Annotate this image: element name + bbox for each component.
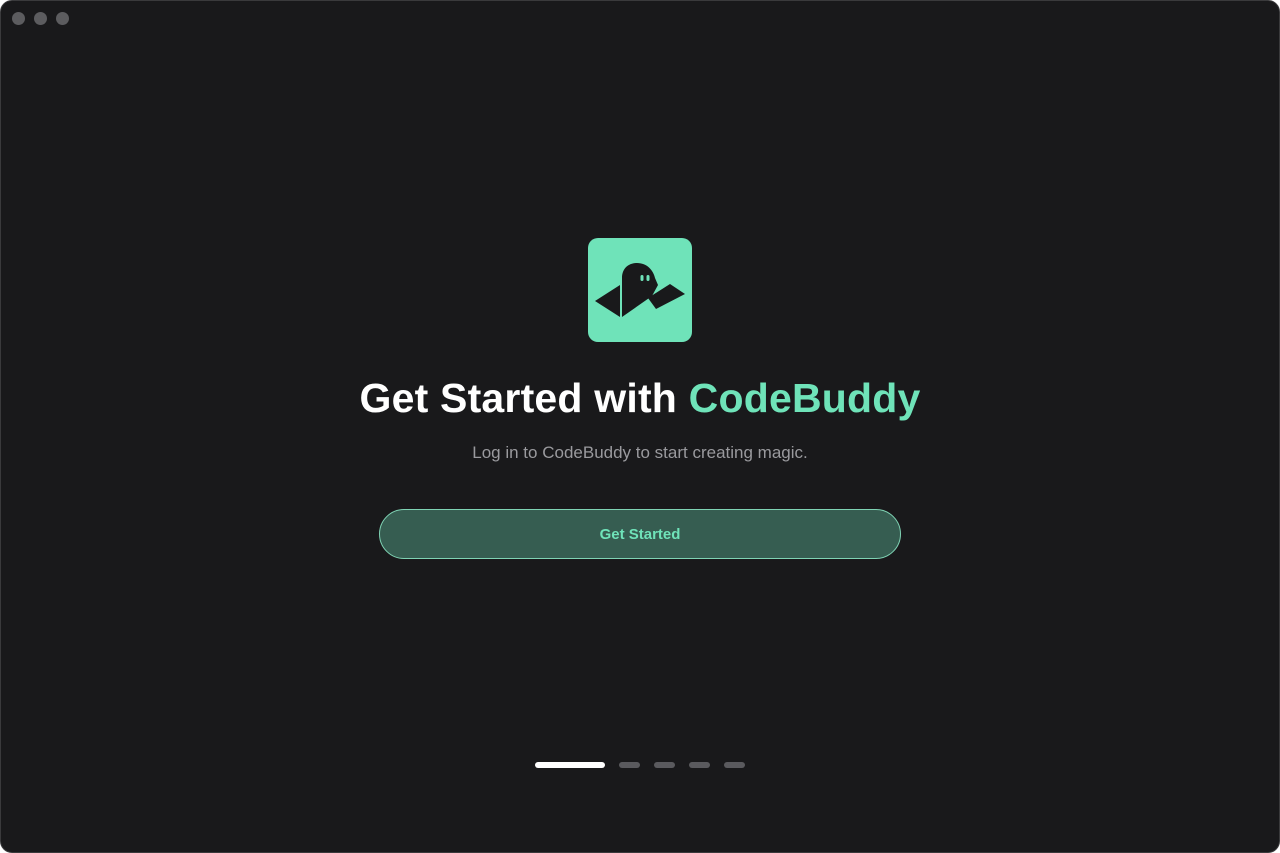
onboarding-hero: Get Started with CodeBuddy Log in to Cod… — [1, 238, 1279, 559]
minimize-window-button[interactable] — [34, 12, 47, 25]
codebuddy-logo — [588, 238, 692, 342]
get-started-button[interactable]: Get Started — [379, 509, 901, 559]
pager-step-3[interactable] — [654, 762, 675, 768]
onboarding-pager — [1, 762, 1279, 768]
pager-step-5[interactable] — [724, 762, 745, 768]
title-brand: CodeBuddy — [688, 375, 921, 421]
window-controls — [12, 12, 69, 25]
zoom-window-button[interactable] — [56, 12, 69, 25]
close-window-button[interactable] — [12, 12, 25, 25]
pager-step-2[interactable] — [619, 762, 640, 768]
pager-step-1[interactable] — [535, 762, 605, 768]
title-prefix: Get Started with — [359, 375, 689, 421]
ghost-on-paper-plane-icon — [595, 263, 685, 317]
page-title: Get Started with CodeBuddy — [359, 372, 920, 424]
pager-step-4[interactable] — [689, 762, 710, 768]
page-subtitle: Log in to CodeBuddy to start creating ma… — [472, 443, 808, 462]
app-window: Get Started with CodeBuddy Log in to Cod… — [0, 0, 1280, 853]
